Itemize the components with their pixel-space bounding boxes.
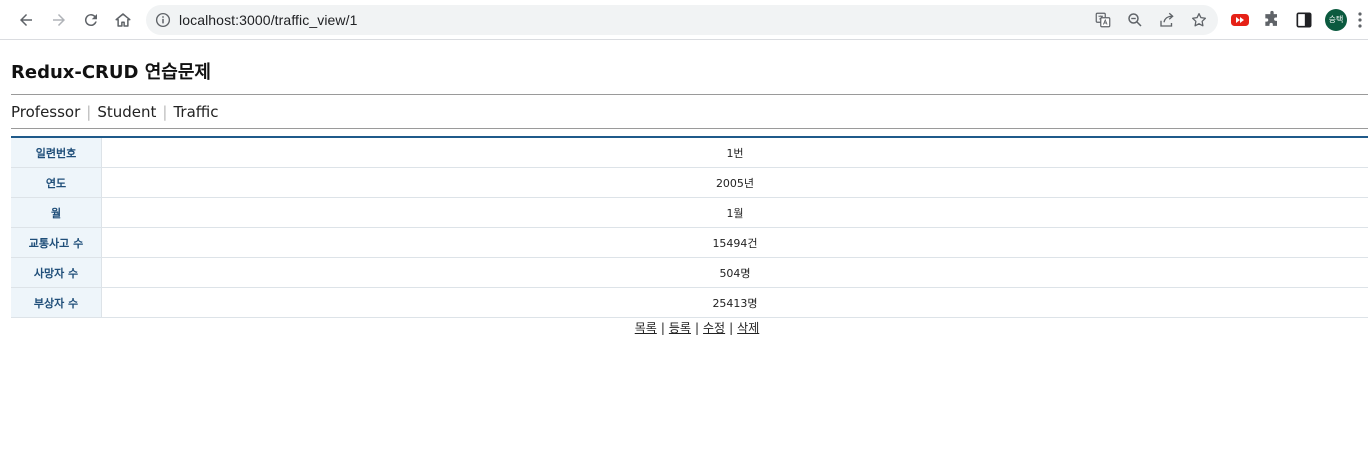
divider [11, 94, 1368, 95]
row-label: 부상자 수 [11, 287, 102, 318]
home-button[interactable] [111, 8, 135, 32]
nav-link-traffic[interactable]: Traffic [173, 103, 218, 121]
table-row: 교통사고 수 15494건 [11, 227, 1368, 258]
translate-icon[interactable] [1094, 11, 1112, 29]
extensions-puzzle-icon[interactable] [1262, 10, 1282, 30]
side-panel-icon[interactable] [1294, 10, 1314, 30]
add-link[interactable]: 등록 [669, 321, 691, 335]
bookmark-star-icon[interactable] [1190, 11, 1208, 29]
main-nav: Professor | Student | Traffic [11, 103, 219, 121]
profile-avatar[interactable]: 승택 [1325, 9, 1347, 31]
back-button[interactable] [14, 8, 38, 32]
arrow-left-icon [20, 14, 32, 26]
row-value: 25413명 [101, 287, 1368, 318]
delete-link[interactable]: 삭제 [737, 321, 759, 335]
action-separator: | [660, 321, 665, 335]
table-row: 월 1월 [11, 197, 1368, 228]
action-links: 목록 | 등록 | 수정 | 삭제 [0, 319, 1368, 336]
table-row: 사망자 수 504명 [11, 257, 1368, 288]
forward-button[interactable] [47, 8, 71, 32]
arrow-right-icon [53, 14, 65, 26]
page-content: Redux-CRUD 연습문제 Professor | Student | Traffi… [0, 40, 1368, 460]
traffic-detail-table: 일련번호 1번 연도 2005년 월 1월 교통사고 수 15494건 사망자 … [11, 136, 1368, 318]
action-separator: | [729, 321, 734, 335]
nav-link-professor[interactable]: Professor [11, 103, 80, 121]
reload-icon [84, 14, 97, 27]
row-value: 15494건 [101, 227, 1368, 258]
row-value: 2005년 [101, 167, 1368, 198]
table-row: 부상자 수 25413명 [11, 287, 1368, 318]
share-icon[interactable] [1158, 11, 1176, 29]
nav-separator: | [162, 103, 168, 121]
row-value: 504명 [101, 257, 1368, 288]
nav-link-student[interactable]: Student [97, 103, 156, 121]
table-row: 연도 2005년 [11, 167, 1368, 198]
row-value: 1번 [101, 137, 1368, 168]
zoom-icon[interactable] [1126, 11, 1144, 29]
divider [11, 128, 1368, 129]
home-icon [115, 13, 131, 27]
youtube-extension-icon[interactable] [1230, 10, 1250, 30]
address-bar[interactable]: localhost:3000/traffic_view/1 [146, 5, 1218, 35]
more-menu-icon[interactable] [1356, 10, 1364, 30]
edit-link[interactable]: 수정 [703, 321, 725, 335]
action-separator: | [694, 321, 700, 335]
row-label: 교통사고 수 [11, 227, 102, 258]
list-link[interactable]: 목록 [635, 321, 657, 335]
row-value: 1월 [101, 197, 1368, 228]
row-label: 연도 [11, 167, 102, 198]
browser-toolbar: localhost:3000/traffic_view/1 승택 [0, 0, 1368, 40]
row-label: 월 [11, 197, 102, 228]
nav-separator: | [86, 103, 92, 121]
row-label: 일련번호 [11, 137, 102, 168]
row-label: 사망자 수 [11, 257, 102, 288]
page-title: Redux-CRUD 연습문제 [11, 62, 211, 83]
table-row: 일련번호 1번 [11, 137, 1368, 168]
info-icon[interactable] [154, 11, 172, 29]
reload-button[interactable] [79, 8, 103, 32]
url-text[interactable]: localhost:3000/traffic_view/1 [179, 12, 358, 28]
